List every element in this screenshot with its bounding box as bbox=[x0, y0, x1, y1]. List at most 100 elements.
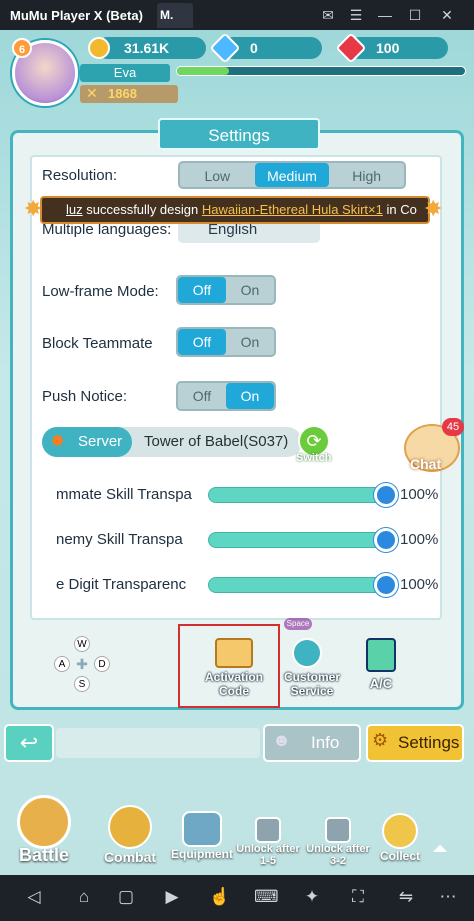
digit-transparency-label: e Digit Transparenc bbox=[56, 576, 187, 593]
exp-bar bbox=[176, 66, 466, 76]
key-a[interactable]: A bbox=[54, 656, 70, 672]
nav-equipment[interactable]: Equipment bbox=[168, 795, 236, 875]
resolution-label: Resolution: bbox=[42, 167, 118, 184]
key-d[interactable]: D bbox=[94, 656, 110, 672]
minimize-icon[interactable]: — bbox=[375, 5, 395, 25]
block-teammate-on[interactable]: On bbox=[226, 329, 274, 355]
nav-unlock-1-5[interactable]: Unlock after 1-5 bbox=[234, 795, 302, 875]
ac-label[interactable]: A/C bbox=[366, 676, 396, 691]
gold-counter: 31.61K bbox=[96, 37, 206, 59]
nav-battle-label: Battle bbox=[18, 845, 69, 865]
banner-leaf-right-icon: ✸ bbox=[424, 196, 443, 221]
low-frame-off[interactable]: Off bbox=[178, 277, 226, 303]
banner-user: luz bbox=[66, 202, 83, 217]
settings-title: Settings bbox=[158, 118, 320, 150]
keyboard-icon[interactable]: ⌨ bbox=[254, 887, 279, 909]
push-notice-on[interactable]: On bbox=[226, 383, 274, 409]
nav-combat-label: Combat bbox=[103, 849, 157, 865]
gamepad-icon[interactable]: ✦ bbox=[300, 887, 324, 909]
resolution-medium[interactable]: Medium bbox=[254, 163, 330, 187]
mail-icon[interactable]: ✉ bbox=[318, 5, 338, 25]
contact-book-icon[interactable] bbox=[366, 638, 396, 672]
video-icon[interactable]: ▶ bbox=[160, 887, 184, 909]
block-teammate-label: Block Teammate bbox=[42, 335, 153, 352]
close-icon[interactable]: ✕ bbox=[437, 5, 457, 25]
enemy-skill-value: 100% bbox=[400, 531, 439, 548]
announcement-banner: luz successfully design Hawaiian-Etherea… bbox=[40, 196, 430, 224]
home-icon[interactable]: ⌂ bbox=[72, 887, 96, 909]
title-bar: MuMu Player X (Beta) M. ✉ ☰ — ☐ ✕ bbox=[0, 0, 474, 30]
resolution-high[interactable]: High bbox=[329, 163, 404, 187]
low-frame-on[interactable]: On bbox=[226, 277, 274, 303]
server-name: Tower of Babel(S037) bbox=[144, 433, 289, 450]
teammate-skill-slider[interactable] bbox=[208, 487, 394, 503]
nav-equipment-label: Equipment bbox=[171, 847, 233, 861]
gear-icon: ⚙ bbox=[372, 730, 389, 750]
nav-unlock-1-5-label: Unlock after 1-5 bbox=[236, 843, 300, 867]
back-arrow-icon: ↩ bbox=[19, 730, 39, 755]
nav-battle[interactable]: Battle bbox=[10, 795, 78, 875]
chat-badge: 45 bbox=[442, 418, 464, 436]
more-icon[interactable]: ⋯ bbox=[436, 887, 460, 909]
teammate-skill-knob[interactable] bbox=[374, 483, 398, 507]
banner-item: Hawaiian-Ethereal Hula Skirt×1 bbox=[201, 202, 383, 217]
push-notice-toggle: Off On bbox=[176, 381, 276, 411]
resolution-low[interactable]: Low bbox=[180, 163, 255, 187]
expand-up-icon[interactable]: ⏶ bbox=[432, 838, 448, 861]
switch-label: Switch bbox=[296, 452, 332, 464]
window-title: MuMu Player X (Beta) bbox=[10, 8, 143, 23]
digit-transparency-slider[interactable] bbox=[208, 577, 394, 593]
block-teammate-off[interactable]: Off bbox=[178, 329, 226, 355]
nav-collect[interactable]: Collect bbox=[366, 795, 434, 875]
dpad-icon: ✚ bbox=[76, 656, 88, 672]
banner-suffix: in Co bbox=[382, 202, 417, 217]
controller-gestures-icon[interactable]: ☝ bbox=[208, 887, 232, 909]
recents-icon[interactable]: ▢ bbox=[114, 887, 138, 909]
banner-text: successfully design bbox=[82, 202, 202, 217]
nav-unlock-3-2[interactable]: Unlock after 3-2 bbox=[304, 795, 372, 875]
push-notice-off[interactable]: Off bbox=[178, 383, 226, 409]
maximize-icon[interactable]: ☐ bbox=[405, 5, 425, 25]
digit-transparency-knob[interactable] bbox=[374, 573, 398, 597]
battle-shield-icon bbox=[17, 795, 71, 849]
player-level-badge: 6 bbox=[12, 38, 32, 58]
emulator-window: MuMu Player X (Beta) M. ✉ ☰ — ☐ ✕ 6 31.6… bbox=[0, 0, 474, 921]
gold-coin-icon bbox=[88, 37, 110, 59]
settings-list: Resolution: Low Medium High Multiple lan… bbox=[30, 155, 442, 620]
cannon-icon bbox=[182, 811, 222, 847]
swords-icon: ✕ bbox=[86, 85, 98, 101]
wasd-pad: W A S D ✚ bbox=[52, 636, 114, 692]
low-frame-label: Low-frame Mode: bbox=[42, 283, 159, 300]
tab-game[interactable]: M. bbox=[157, 3, 193, 28]
emulator-toolbar: ◁ ⌂ ▢ ▶ ☝ ⌨ ✦ ⛶ ⇋ ⋯ bbox=[0, 875, 474, 921]
menu-icon[interactable]: ☰ bbox=[346, 5, 366, 25]
resolution-selector: Low Medium High bbox=[178, 161, 406, 189]
back-button[interactable]: ↩ bbox=[4, 724, 54, 762]
bottom-bar-spacer bbox=[56, 728, 260, 758]
headset-icon[interactable] bbox=[292, 638, 322, 668]
customer-service-label[interactable]: Customer Service bbox=[280, 670, 344, 698]
key-w[interactable]: W bbox=[74, 636, 90, 652]
teammate-skill-value: 100% bbox=[400, 486, 439, 503]
lock-icon bbox=[255, 817, 281, 843]
screenshot-icon[interactable]: ⛶ bbox=[346, 887, 370, 909]
enemy-skill-slider[interactable] bbox=[208, 532, 394, 548]
push-notice-label: Push Notice: bbox=[42, 388, 128, 405]
nav-collect-label: Collect bbox=[379, 849, 420, 863]
block-teammate-toggle: Off On bbox=[176, 327, 276, 357]
back-triangle-icon[interactable]: ◁ bbox=[22, 887, 46, 909]
enemy-skill-knob[interactable] bbox=[374, 528, 398, 552]
key-s[interactable]: S bbox=[74, 676, 90, 692]
user-silhouette-icon: ☻ bbox=[272, 730, 291, 750]
shake-icon[interactable]: ⇋ bbox=[394, 887, 418, 909]
nav-combat[interactable]: Combat bbox=[96, 795, 164, 875]
collect-icon bbox=[382, 813, 418, 849]
maple-leaf-icon: ✸ bbox=[50, 431, 66, 451]
combat-icon bbox=[108, 805, 152, 849]
nav-unlock-3-2-label: Unlock after 3-2 bbox=[306, 843, 370, 867]
server-row: Server ✸ Tower of Babel(S037) bbox=[42, 427, 302, 457]
player-name: Eva bbox=[80, 64, 170, 82]
lock-icon bbox=[325, 817, 351, 843]
activation-code-label[interactable]: Activation Code bbox=[198, 670, 270, 698]
activation-code-icon[interactable] bbox=[215, 638, 253, 668]
